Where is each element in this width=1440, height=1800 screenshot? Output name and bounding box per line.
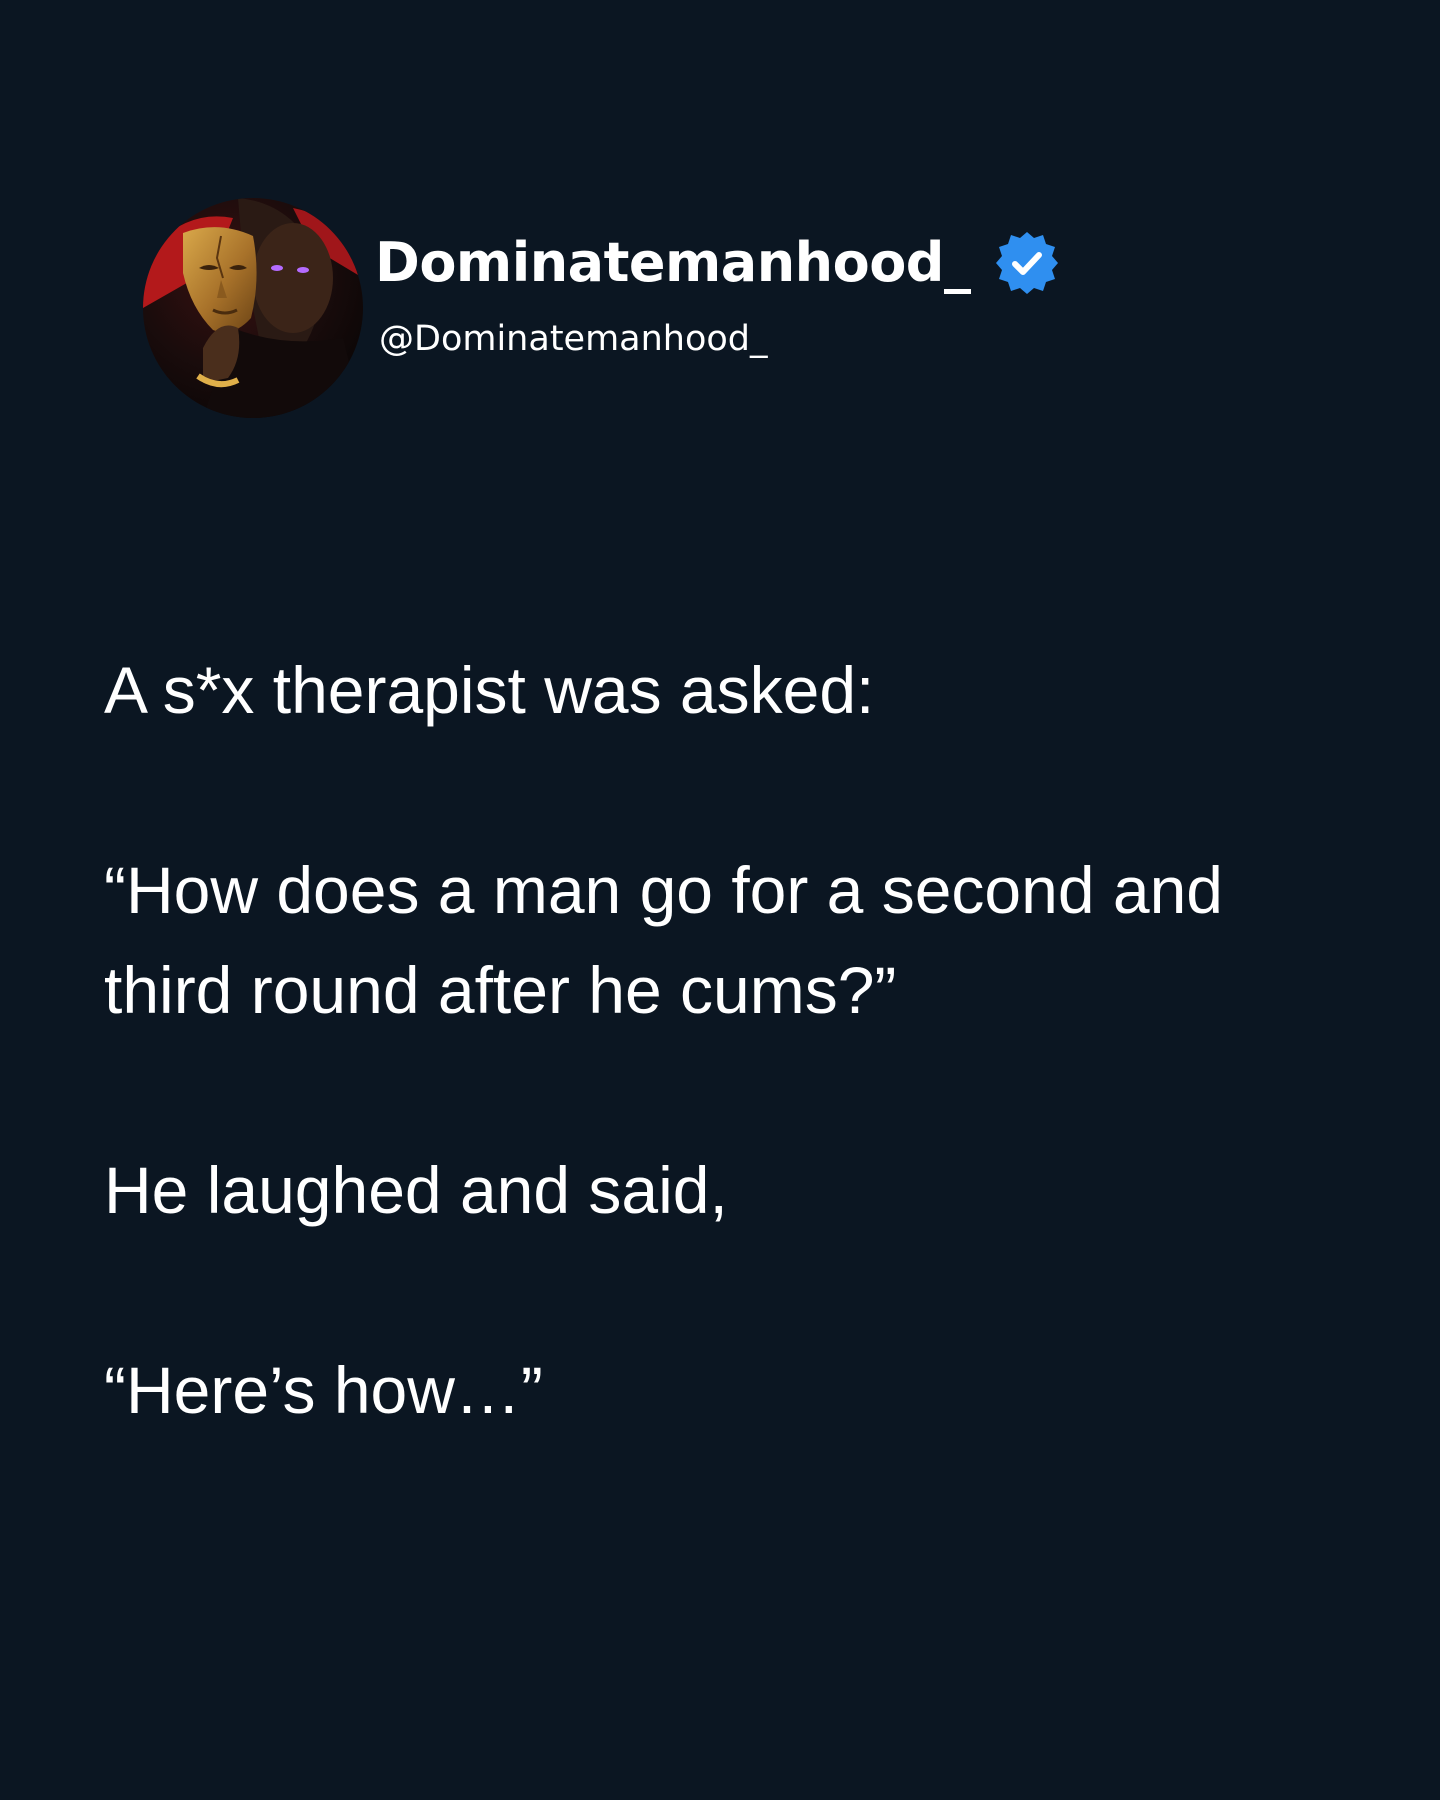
post-paragraph: He laughed and said, <box>104 1153 728 1227</box>
display-name[interactable]: Dominatemanhood_ <box>375 235 971 290</box>
avatar-image <box>143 198 363 418</box>
profile-header: Dominatemanhood_ @Dominatemanhood_ <box>143 198 1060 418</box>
avatar[interactable] <box>143 198 363 418</box>
post-body: A s*x therapist was asked: “How does a m… <box>104 640 1344 1540</box>
verified-badge-icon <box>994 230 1060 296</box>
identity-block: Dominatemanhood_ @Dominatemanhood_ <box>375 230 1060 357</box>
post-paragraph: A s*x therapist was asked: <box>104 653 875 727</box>
name-row: Dominatemanhood_ <box>375 230 1060 296</box>
post-paragraph: “Here’s how…” <box>104 1353 543 1427</box>
username-handle[interactable]: @Dominatemanhood_ <box>379 321 1060 357</box>
post-paragraph: “How does a man go for a second and thir… <box>104 853 1224 1027</box>
